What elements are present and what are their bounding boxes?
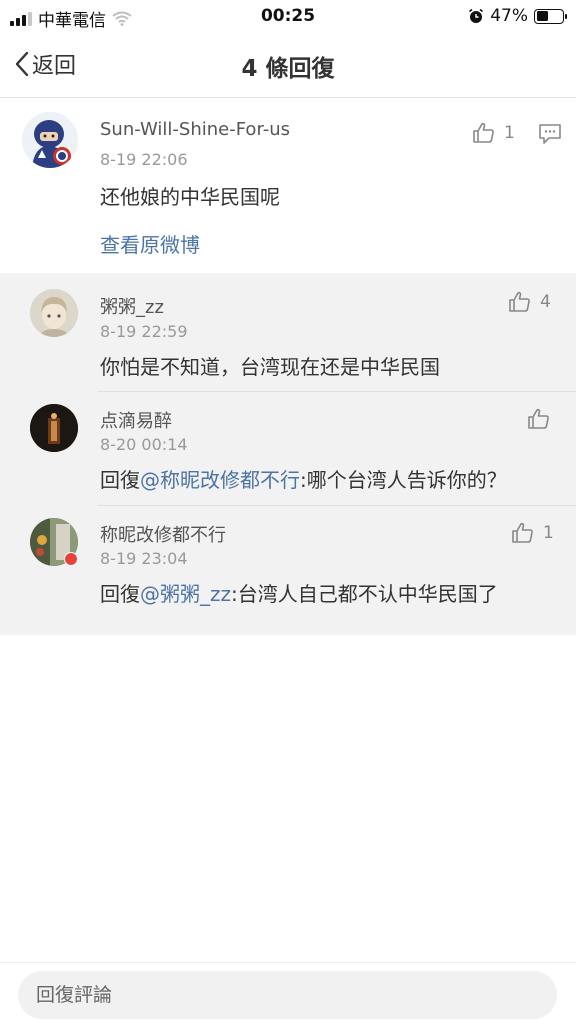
reply-text: 回復@粥粥_zz:台湾人自己都不认中华民国了 [100, 578, 498, 607]
reply-item[interactable]: 称昵改修都不行 8-19 23:04 回復@粥粥_zz:台湾人自己都不认中华民国… [0, 506, 576, 626]
like-button[interactable]: 1 [511, 521, 554, 545]
like-count: 1 [504, 123, 515, 143]
battery-fill [536, 11, 549, 21]
reply-item[interactable]: 粥粥_zz 8-19 22:59 你怕是不知道，台湾现在还是中华民国 4 [0, 273, 576, 391]
reply-time: 8-19 23:04 [100, 549, 188, 568]
avatar[interactable] [30, 289, 78, 337]
thumbs-up-icon [509, 291, 530, 312]
replies-list: 粥粥_zz 8-19 22:59 你怕是不知道，台湾现在还是中华民国 4 点滴易… [0, 273, 576, 635]
reply-text: 你怕是不知道，台湾现在还是中华民国 [100, 355, 440, 379]
status-bar: 中華電信 00:25 47% [0, 0, 576, 34]
view-original-link[interactable]: 查看原微博 [100, 229, 200, 258]
reply-item[interactable]: 点滴易醉 8-20 00:14 回復@称昵改修都不行:哪个台湾人告诉你的？ [0, 392, 576, 505]
comment-icon[interactable] [538, 123, 562, 145]
like-button[interactable]: 4 [508, 290, 551, 314]
page-title: 4 條回復 [241, 56, 335, 82]
comment-text: 还他娘的中华民国呢 [100, 185, 280, 209]
reply-body: :台湾人自己都不认中华民国了 [231, 582, 498, 606]
reply-comment-input[interactable]: 回復評論 [18, 971, 557, 1019]
avatar-image [30, 404, 78, 452]
avatar-image [30, 289, 78, 337]
reply-prefix: 回復 [100, 468, 140, 492]
username[interactable]: Sun-Will-Shine-For-us [100, 119, 290, 140]
reply-time: 8-19 22:59 [100, 322, 188, 341]
main-comment: Sun-Will-Shine-For-us 8-19 22:06 还他娘的中华民… [0, 99, 576, 273]
alarm-icon [469, 8, 484, 23]
battery-icon [534, 8, 567, 24]
mention-link[interactable]: @称昵改修都不行 [140, 468, 300, 492]
bottom-bar: 回復評論 [0, 962, 576, 1024]
like-button[interactable]: 1 [472, 121, 515, 145]
thumbs-up-icon [512, 522, 533, 543]
status-right: 47% [468, 6, 567, 26]
avatar[interactable] [22, 112, 78, 168]
username[interactable]: 粥粥_zz [100, 293, 164, 319]
mention-link[interactable]: @粥粥_zz [140, 582, 231, 606]
like-button[interactable] [527, 407, 551, 431]
comment-time: 8-19 22:06 [100, 150, 188, 169]
reply-prefix: 回復 [100, 582, 140, 606]
username[interactable]: 称昵改修都不行 [100, 521, 226, 547]
battery-percent: 47% [490, 6, 528, 26]
thumbs-up-icon [528, 408, 549, 429]
like-count: 1 [543, 523, 554, 543]
reply-text: 回復@称昵改修都不行:哪个台湾人告诉你的？ [100, 464, 507, 493]
username[interactable]: 点滴易醉 [100, 407, 172, 433]
avatar-image [22, 112, 78, 168]
reply-time: 8-20 00:14 [100, 435, 188, 454]
verified-badge-icon [64, 552, 78, 566]
reply-body: :哪个台湾人告诉你的？ [300, 468, 507, 492]
avatar[interactable] [30, 404, 78, 452]
thumbs-up-icon [473, 122, 494, 143]
like-count: 4 [540, 292, 551, 312]
nav-bar: 返回 4 條回復 [0, 34, 576, 98]
avatar[interactable] [30, 518, 78, 566]
